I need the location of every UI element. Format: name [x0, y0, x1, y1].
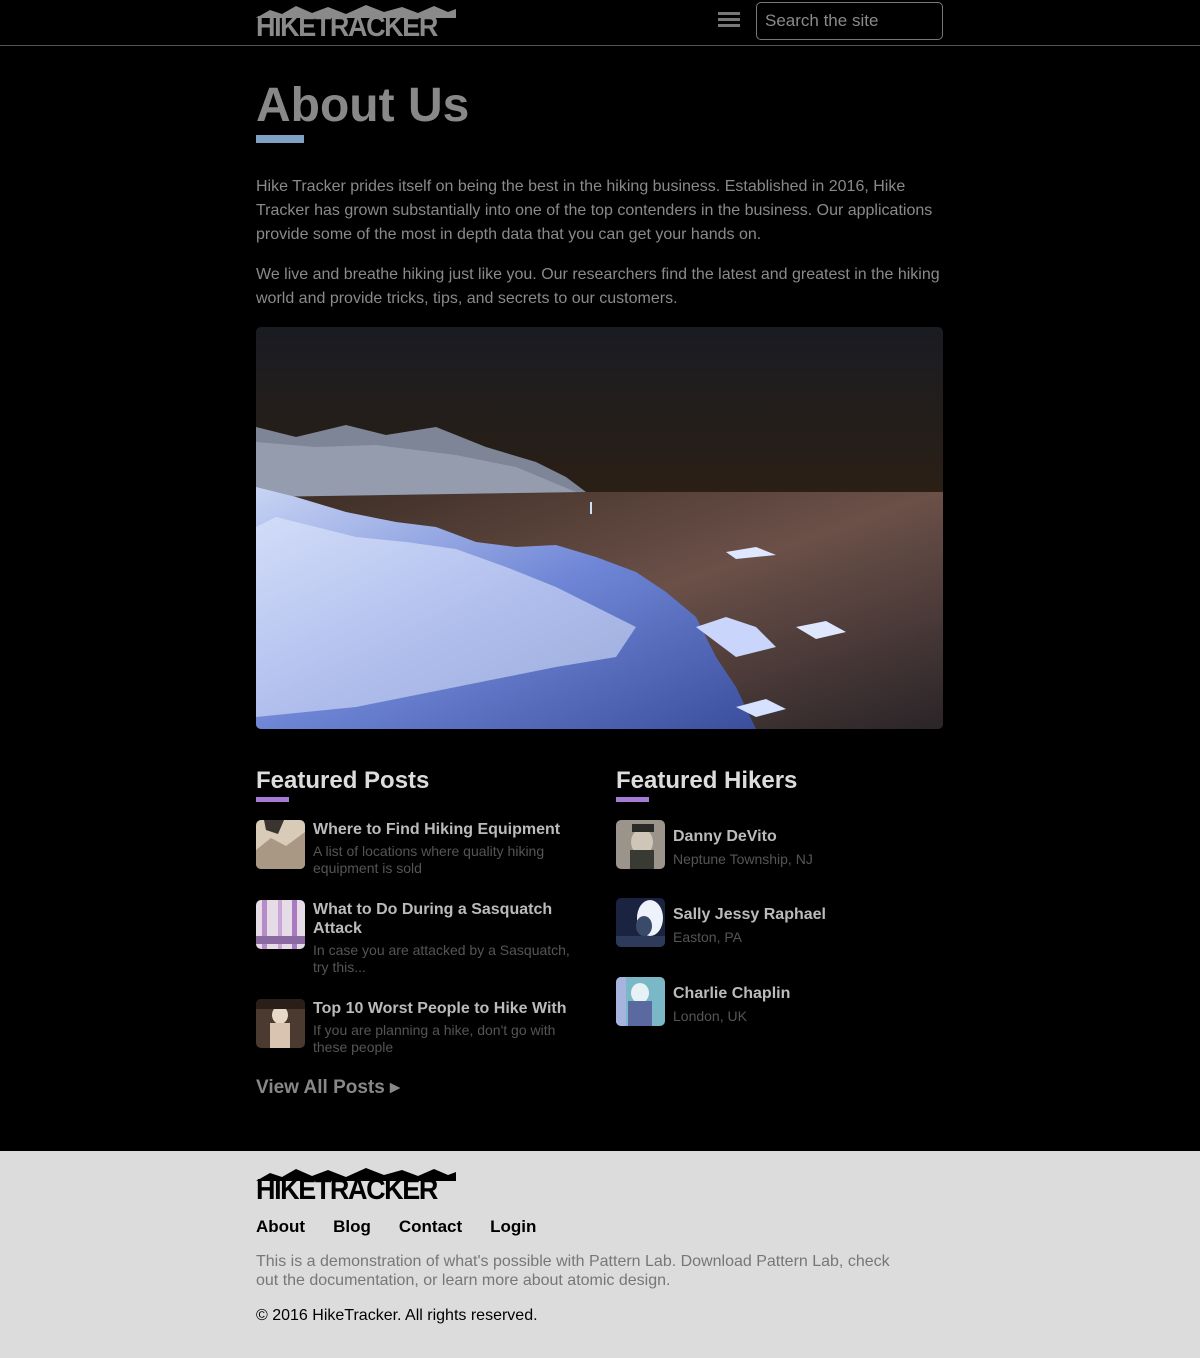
featured-posts-underline [256, 797, 289, 802]
footer-link-contact[interactable]: Contact [399, 1217, 462, 1236]
footer-nav: About Blog Contact Login [256, 1217, 564, 1237]
post-description: A list of locations where quality hiking… [313, 843, 545, 876]
post-description: In case you are attacked by a Sasquatch,… [313, 942, 570, 975]
site-header: HIKETRACKER [0, 0, 1200, 46]
post-description: If you are planning a hike, don't go wit… [313, 1022, 556, 1055]
page-title: About Us [256, 79, 470, 132]
post-thumbnail [256, 900, 305, 949]
hiker-name[interactable]: Charlie Chaplin [673, 985, 790, 1003]
footer-description: This is a demonstration of what's possib… [256, 1253, 890, 1289]
post-title[interactable]: What to Do During a Sasquatch Attack [313, 900, 583, 938]
hiker-name[interactable]: Sally Jessy Raphael [673, 906, 826, 924]
hiker-location: Easton, PA [673, 929, 743, 945]
about-paragraph-2: We live and breathe hiking just like you… [256, 266, 940, 307]
hamburger-menu-icon[interactable] [718, 12, 740, 32]
footer-link-login[interactable]: Login [490, 1217, 536, 1236]
copyright: © 2016 HikeTracker. All rights reserved. [256, 1307, 538, 1324]
site-footer: HIKETRACKER About Blog Contact Login This i… [0, 1151, 1200, 1358]
hero-image [256, 327, 943, 729]
site-logo[interactable]: HIKETRACKER [256, 4, 456, 43]
hiker-avatar [616, 977, 665, 1026]
title-underline [256, 135, 304, 143]
featured-posts-title: Featured Posts [256, 767, 430, 794]
footer-logo[interactable]: HIKETRACKER [256, 1167, 456, 1206]
about-paragraph-1: Hike Tracker prides itself on being the … [256, 178, 933, 243]
post-thumbnail [256, 999, 305, 1048]
hiker-avatar [616, 898, 665, 947]
featured-hikers-title: Featured Hikers [616, 767, 798, 794]
footer-link-blog[interactable]: Blog [333, 1217, 371, 1236]
logo-text: HIKETRACKER [256, 11, 438, 43]
footer-logo-text: HIKETRACKER [256, 1174, 438, 1206]
post-title[interactable]: Top 10 Worst People to Hike With [313, 999, 583, 1018]
hiker-name[interactable]: Danny DeVito [673, 828, 777, 846]
hiker-avatar [616, 820, 665, 869]
hiker-location: London, UK [673, 1008, 747, 1024]
featured-hikers-underline [616, 797, 649, 802]
view-all-posts-link[interactable]: View All Posts ▸ [256, 1076, 400, 1099]
post-thumbnail [256, 820, 305, 869]
post-title[interactable]: Where to Find Hiking Equipment [313, 820, 583, 839]
hiker-location: Neptune Township, NJ [673, 851, 813, 867]
footer-link-about[interactable]: About [256, 1217, 305, 1236]
search-input[interactable] [756, 2, 943, 40]
